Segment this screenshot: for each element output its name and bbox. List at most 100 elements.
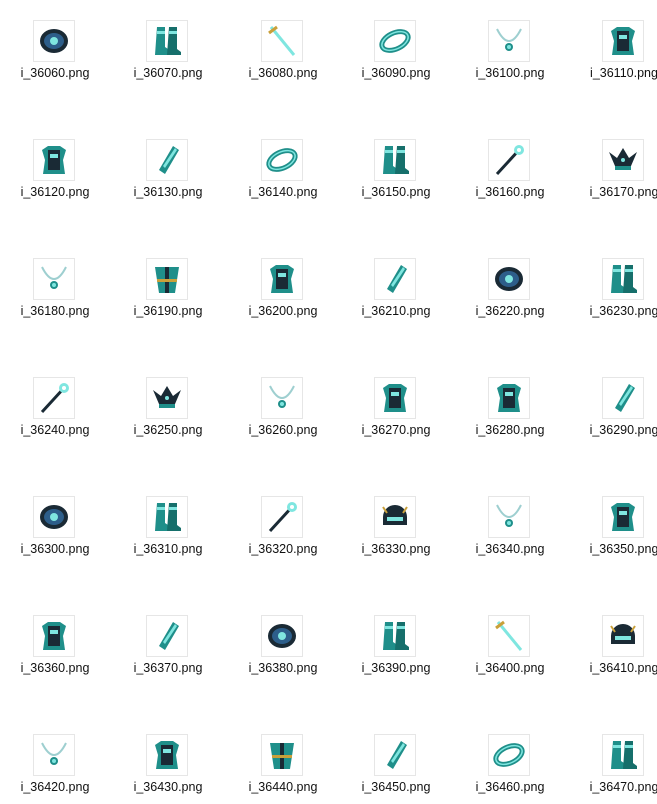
file-name-label: i_36310.png <box>133 542 203 556</box>
file-item[interactable]: i_36400.png <box>455 595 565 685</box>
crown-icon <box>146 377 188 419</box>
file-name-label: i_36170.png <box>589 185 657 199</box>
file-name-label: i_36420.png <box>20 780 90 794</box>
file-name-label: i_36350.png <box>589 542 657 556</box>
file-name-label: i_36190.png <box>133 304 203 318</box>
file-item[interactable]: i_36260.png <box>228 357 338 447</box>
staff-icon <box>33 377 75 419</box>
file-item[interactable]: i_36250.png <box>113 357 223 447</box>
file-item[interactable]: i_36340.png <box>455 476 565 566</box>
file-item[interactable]: i_36190.png <box>113 238 223 328</box>
file-item[interactable]: i_36370.png <box>113 595 223 685</box>
bracer-icon <box>146 615 188 657</box>
file-name-label: i_36080.png <box>248 66 318 80</box>
file-name-label: i_36150.png <box>361 185 431 199</box>
sword-icon <box>261 20 303 62</box>
bracer-icon <box>374 258 416 300</box>
file-item[interactable]: i_36240.png <box>0 357 110 447</box>
file-name-label: i_36430.png <box>133 780 203 794</box>
file-item[interactable]: i_36350.png <box>569 476 657 566</box>
crown-icon <box>602 139 644 181</box>
bracelet-icon <box>374 20 416 62</box>
file-item[interactable]: i_36130.png <box>113 119 223 209</box>
file-item[interactable]: i_36120.png <box>0 119 110 209</box>
file-item[interactable]: i_36380.png <box>228 595 338 685</box>
file-name-label: i_36140.png <box>248 185 318 199</box>
armor-icon <box>488 377 530 419</box>
bracer-icon <box>374 734 416 776</box>
file-item[interactable]: i_36140.png <box>228 119 338 209</box>
file-item[interactable]: i_36450.png <box>341 714 451 804</box>
armor-icon <box>33 615 75 657</box>
file-name-label: i_36280.png <box>475 423 545 437</box>
file-item[interactable]: i_36390.png <box>341 595 451 685</box>
file-item[interactable]: i_36410.png <box>569 595 657 685</box>
staff-icon <box>488 139 530 181</box>
file-name-label: i_36410.png <box>589 661 657 675</box>
file-grid: i_36060.png i_36070.png i_36080.png i_36090… <box>0 0 657 800</box>
file-item[interactable]: i_36360.png <box>0 595 110 685</box>
file-item[interactable]: i_36150.png <box>341 119 451 209</box>
file-item[interactable]: i_36180.png <box>0 238 110 328</box>
necklace-icon <box>33 258 75 300</box>
file-item[interactable]: i_36160.png <box>455 119 565 209</box>
helmet-icon <box>374 496 416 538</box>
sword-icon <box>488 615 530 657</box>
armor-icon <box>374 377 416 419</box>
file-item[interactable]: i_36210.png <box>341 238 451 328</box>
file-item[interactable]: i_36080.png <box>228 0 338 90</box>
ring-icon <box>33 496 75 538</box>
file-name-label: i_36200.png <box>248 304 318 318</box>
file-name-label: i_36300.png <box>20 542 90 556</box>
file-name-label: i_36130.png <box>133 185 203 199</box>
necklace-icon <box>488 496 530 538</box>
bracer-icon <box>602 377 644 419</box>
file-item[interactable]: i_36110.png <box>569 0 657 90</box>
boots-icon <box>374 615 416 657</box>
helmet-icon <box>602 615 644 657</box>
file-item[interactable]: i_36230.png <box>569 238 657 328</box>
file-item[interactable]: i_36100.png <box>455 0 565 90</box>
file-name-label: i_36370.png <box>133 661 203 675</box>
file-item[interactable]: i_36270.png <box>341 357 451 447</box>
robe-icon <box>146 258 188 300</box>
file-item[interactable]: i_36330.png <box>341 476 451 566</box>
file-name-label: i_36160.png <box>475 185 545 199</box>
boots-icon <box>146 496 188 538</box>
necklace-icon <box>261 377 303 419</box>
file-item[interactable]: i_36440.png <box>228 714 338 804</box>
file-item[interactable]: i_36170.png <box>569 119 657 209</box>
file-name-label: i_36400.png <box>475 661 545 675</box>
file-item[interactable]: i_36310.png <box>113 476 223 566</box>
staff-icon <box>261 496 303 538</box>
file-name-label: i_36220.png <box>475 304 545 318</box>
armor-icon <box>602 20 644 62</box>
file-item[interactable]: i_36090.png <box>341 0 451 90</box>
file-item[interactable]: i_36430.png <box>113 714 223 804</box>
file-item[interactable]: i_36070.png <box>113 0 223 90</box>
necklace-icon <box>33 734 75 776</box>
file-name-label: i_36470.png <box>589 780 657 794</box>
file-item[interactable]: i_36460.png <box>455 714 565 804</box>
file-item[interactable]: i_36420.png <box>0 714 110 804</box>
file-name-label: i_36070.png <box>133 66 203 80</box>
boots-icon <box>602 734 644 776</box>
file-item[interactable]: i_36060.png <box>0 0 110 90</box>
file-name-label: i_36340.png <box>475 542 545 556</box>
file-name-label: i_36180.png <box>20 304 90 318</box>
file-name-label: i_36460.png <box>475 780 545 794</box>
file-item[interactable]: i_36300.png <box>0 476 110 566</box>
ring-icon <box>488 258 530 300</box>
file-item[interactable]: i_36320.png <box>228 476 338 566</box>
file-item[interactable]: i_36470.png <box>569 714 657 804</box>
file-item[interactable]: i_36220.png <box>455 238 565 328</box>
file-item[interactable]: i_36200.png <box>228 238 338 328</box>
necklace-icon <box>488 20 530 62</box>
file-item[interactable]: i_36280.png <box>455 357 565 447</box>
file-item[interactable]: i_36290.png <box>569 357 657 447</box>
file-name-label: i_36360.png <box>20 661 90 675</box>
ring-icon <box>33 20 75 62</box>
bracelet-icon <box>488 734 530 776</box>
armor-icon <box>261 258 303 300</box>
armor-icon <box>602 496 644 538</box>
